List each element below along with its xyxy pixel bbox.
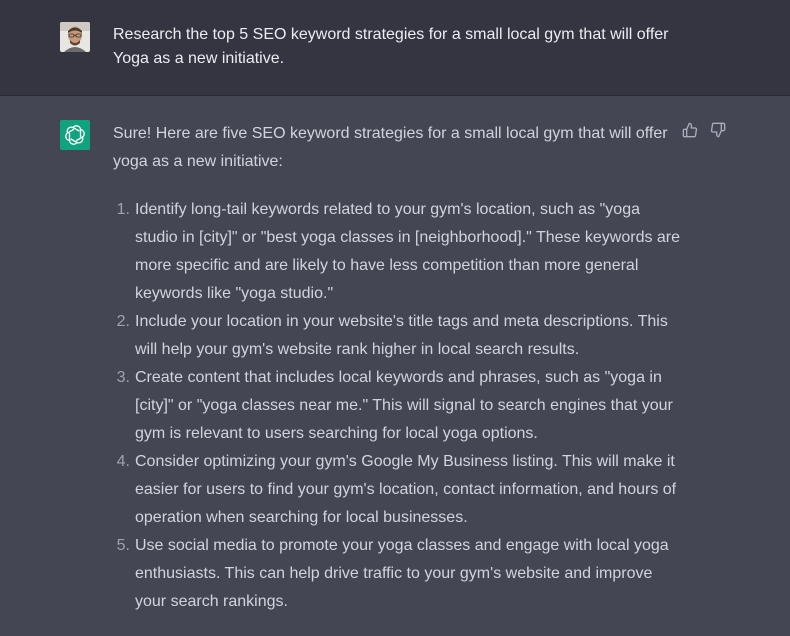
thumbs-down-button[interactable]: [710, 122, 726, 138]
list-item: 5. Use social media to promote your yoga…: [113, 532, 683, 616]
strategy-list: 1. Identify long-tail keywords related t…: [113, 196, 683, 616]
list-item-number: 3.: [116, 369, 130, 386]
assistant-message-content: Sure! Here are five SEO keyword strategi…: [113, 120, 683, 616]
user-message-text: Research the top 5 SEO keyword strategie…: [113, 26, 669, 67]
list-item-number: 1.: [116, 201, 130, 218]
user-avatar: [60, 22, 90, 52]
list-item: 2. Include your location in your website…: [113, 308, 683, 364]
list-item-text: Use social media to promote your yoga cl…: [135, 537, 669, 610]
assistant-message: Sure! Here are five SEO keyword strategi…: [0, 96, 790, 636]
list-item: 3. Create content that includes local ke…: [113, 364, 683, 448]
list-item-text: Create content that includes local keywo…: [135, 369, 673, 442]
list-item: 1. Identify long-tail keywords related t…: [113, 196, 683, 308]
feedback-buttons: [682, 122, 726, 138]
list-item: 4. Consider optimizing your gym's Google…: [113, 448, 683, 532]
user-message: Research the top 5 SEO keyword strategie…: [0, 0, 790, 96]
list-item-number: 5.: [116, 537, 130, 554]
list-item-number: 4.: [116, 453, 130, 470]
list-item-number: 2.: [116, 313, 130, 330]
thumbs-up-button[interactable]: [682, 122, 698, 138]
list-item-text: Include your location in your website's …: [135, 313, 668, 358]
assistant-intro: Sure! Here are five SEO keyword strategi…: [113, 125, 668, 170]
list-item-text: Consider optimizing your gym's Google My…: [135, 453, 677, 526]
thumbs-down-icon: [710, 122, 726, 138]
openai-logo-icon: [60, 120, 90, 150]
list-item-text: Identify long-tail keywords related to y…: [135, 201, 681, 302]
thumbs-up-icon: [682, 122, 698, 138]
